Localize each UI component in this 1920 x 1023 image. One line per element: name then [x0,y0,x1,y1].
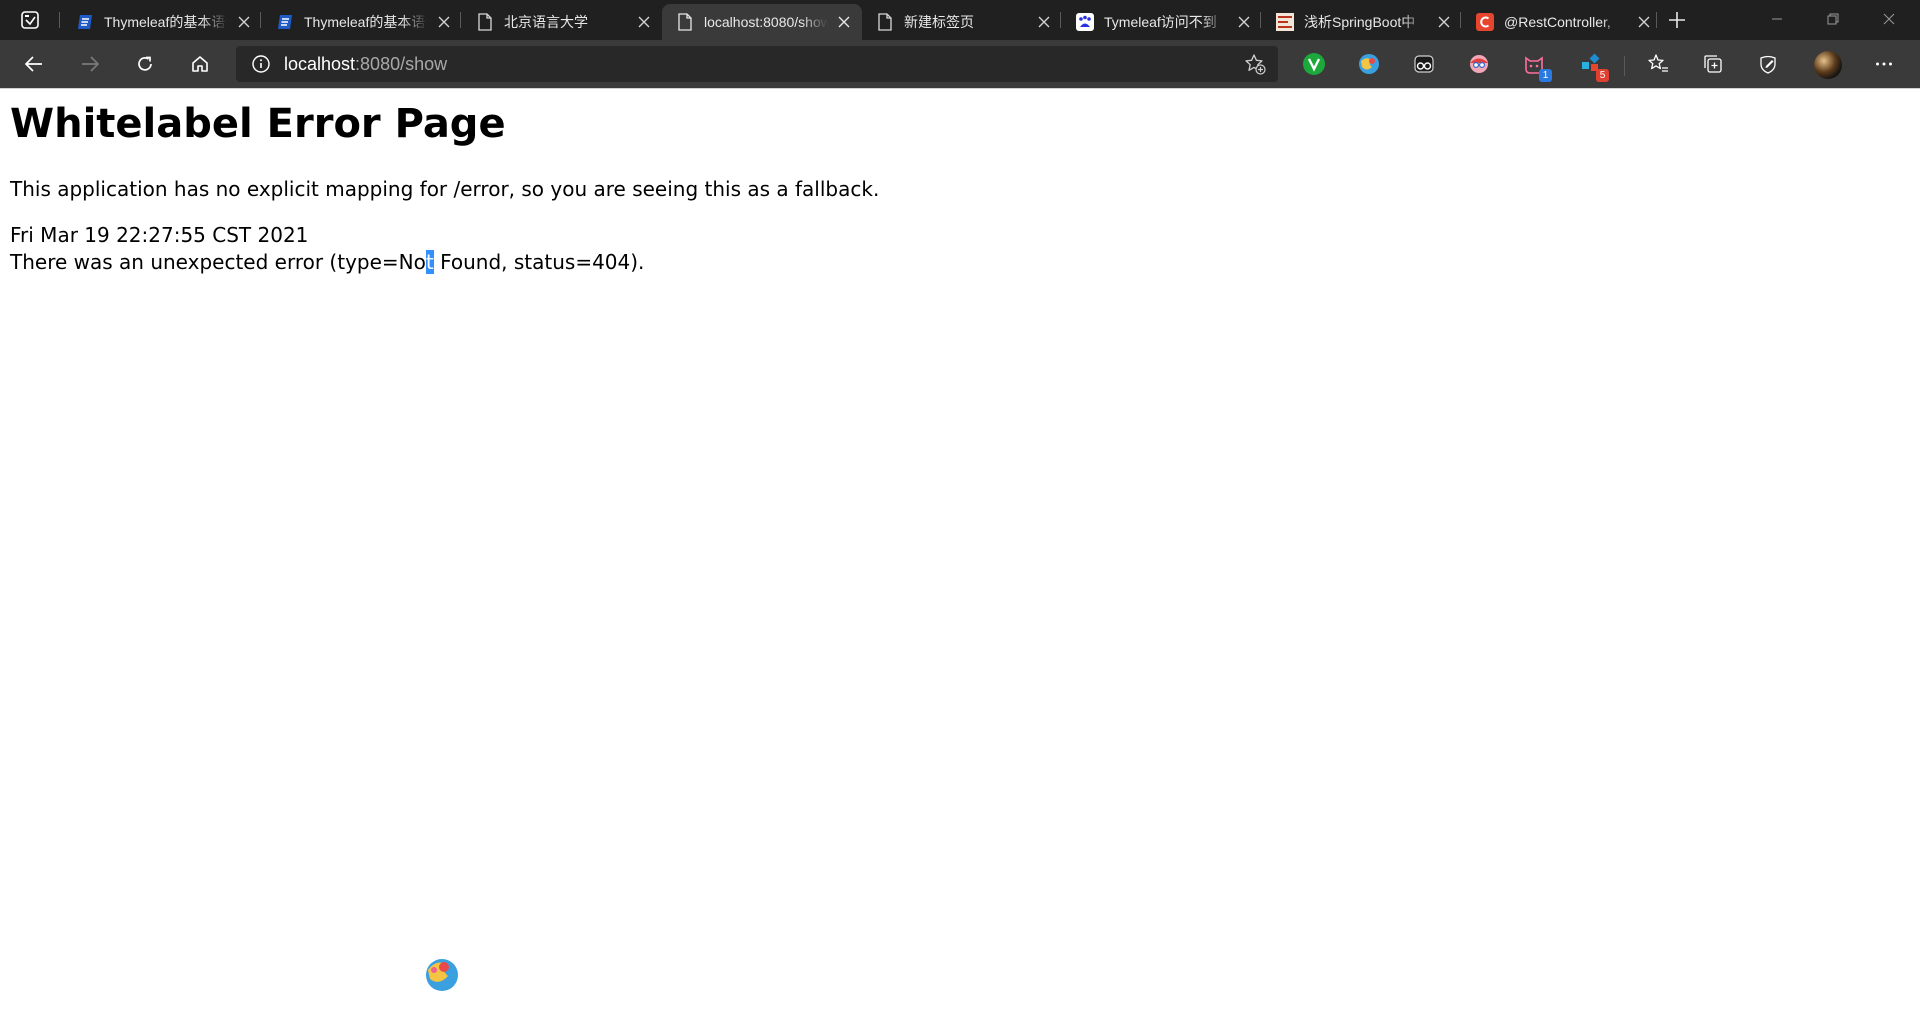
close-icon[interactable] [634,12,654,32]
tab-title: 北京语言大学 [504,14,588,30]
blog-icon [1276,13,1294,31]
tab-title: @RestController, [1504,14,1611,30]
tab-actions-menu-button[interactable] [16,8,44,32]
home-button[interactable] [182,48,218,80]
error-details: There was an unexpected error (type=Not … [10,250,644,274]
address-bar[interactable]: localhost:8080/show [236,46,1278,82]
url-text[interactable]: localhost:8080/show [284,54,447,75]
tab-title: 浅析SpringBoot中 [1304,14,1416,30]
page-icon [676,13,694,31]
tab-new-tab[interactable]: 新建标签页 [862,4,1062,40]
tab-separator [1060,12,1061,28]
error-timestamp: Fri Mar 19 22:27:55 CST 2021 [10,223,309,247]
url-path: :8080/show [355,53,448,74]
tab-thymeleaf-syntax-2[interactable]: Thymeleaf的基本语法 [262,4,462,40]
tab-separator [1460,12,1461,28]
close-icon[interactable] [834,12,854,32]
toolbar-bottom-border [0,88,1920,89]
extension-v-icon[interactable] [1300,50,1328,78]
tab-baidu-tymeleaf[interactable]: Tymeleaf访问不到 [1062,4,1262,40]
arrow-left-icon [24,56,42,72]
web-capture-button[interactable] [1750,48,1786,80]
toolbar-separator [1624,56,1625,76]
restore-button[interactable] [1810,4,1856,34]
settings-more-button[interactable] [1866,48,1902,80]
page-title: Whitelabel Error Page [10,101,506,147]
tab-separator [460,12,461,28]
url-host: localhost [284,53,356,74]
thymeleaf-icon [76,13,94,31]
close-icon[interactable] [1434,12,1454,32]
arrow-right-icon [82,56,100,72]
minimize-icon [1772,18,1782,20]
tab-title: Thymeleaf的基本语法 [304,14,428,30]
collections-icon [1704,55,1722,73]
tab-title: 新建标签页 [904,14,974,30]
close-icon [1883,13,1895,25]
tab-thymeleaf-syntax-1[interactable]: Thymeleaf的基本语法 [62,4,262,40]
ellipsis-icon [1876,62,1892,66]
browser-toolbar: localhost:8080/show 1 5 [0,40,1920,88]
plus-icon [1669,12,1685,28]
tab-separator [260,12,261,28]
tab-csdn-restcontroller[interactable]: @RestController, [1462,4,1662,40]
tab-springboot-article[interactable]: 浅析SpringBoot中 [1262,4,1462,40]
error-text-after: Found, status=404). [433,250,645,274]
refresh-button[interactable] [127,48,163,80]
site-info-icon[interactable] [250,53,272,75]
forward-button[interactable] [72,48,108,80]
extension-badge: 5 [1596,69,1609,82]
extension-face-icon[interactable] [1465,50,1493,78]
close-icon[interactable] [234,12,254,32]
collections-button[interactable] [1695,48,1731,80]
tab-actions-icon [21,11,39,29]
tab-localhost-show[interactable]: localhost:8080/show [662,4,862,40]
close-icon[interactable] [434,12,454,32]
extension-globe-icon[interactable] [1355,50,1383,78]
back-button[interactable] [16,48,52,80]
minimize-button[interactable] [1754,4,1800,34]
extension-blocks-icon[interactable]: 5 [1577,50,1609,82]
favorites-star-list-icon [1648,54,1668,72]
favorites-button[interactable] [1640,48,1676,80]
tab-title: localhost:8080/show [704,14,828,30]
page-icon [476,13,494,31]
page-icon [876,13,894,31]
error-text-before: There was an unexpected error (type=No [10,250,426,274]
refresh-icon [138,56,152,71]
tab-title: Thymeleaf的基本语法 [104,14,228,30]
thymeleaf-icon [276,13,294,31]
tab-separator [1656,12,1657,28]
tab-title: Tymeleaf访问不到 [1104,14,1217,30]
shield-edit-icon [1760,55,1776,74]
tab-separator [59,12,60,28]
close-icon[interactable] [1234,12,1254,32]
baidu-icon [1076,13,1094,31]
extension-incognito-icon[interactable] [1410,50,1438,78]
floating-extension-bubble-icon[interactable] [424,956,460,992]
add-favorite-icon[interactable] [1244,53,1266,75]
error-explanation: This application has no explicit mapping… [10,177,880,201]
tab-separator [1260,12,1261,28]
window-close-button[interactable] [1866,4,1912,34]
profile-avatar[interactable] [1814,51,1842,79]
new-tab-button[interactable] [1664,8,1690,32]
csdn-icon [1476,13,1494,31]
close-icon[interactable] [1634,12,1654,32]
close-icon[interactable] [1034,12,1054,32]
restore-icon [1827,13,1839,25]
tab-blcu[interactable]: 北京语言大学 [462,4,662,40]
home-icon [192,56,208,72]
extension-cat-icon[interactable]: 1 [1520,50,1552,82]
tab-strip: Thymeleaf的基本语法 Thymeleaf的基本语法 北京语言大学 loc… [0,0,1920,40]
text-selection: t [425,250,434,274]
extension-badge: 1 [1539,69,1552,82]
